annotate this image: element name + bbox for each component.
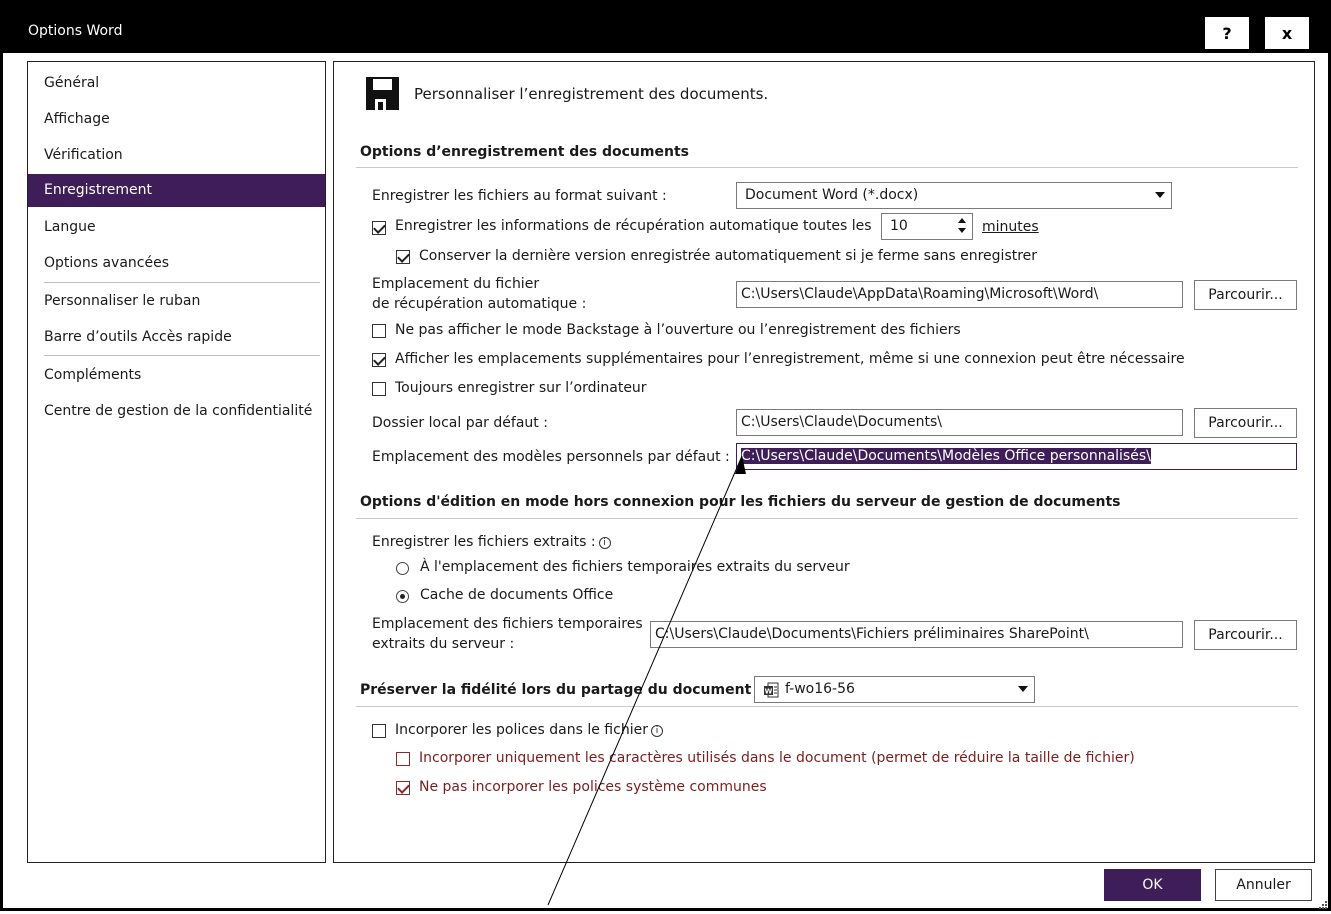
annotation-arrow xyxy=(547,455,746,906)
